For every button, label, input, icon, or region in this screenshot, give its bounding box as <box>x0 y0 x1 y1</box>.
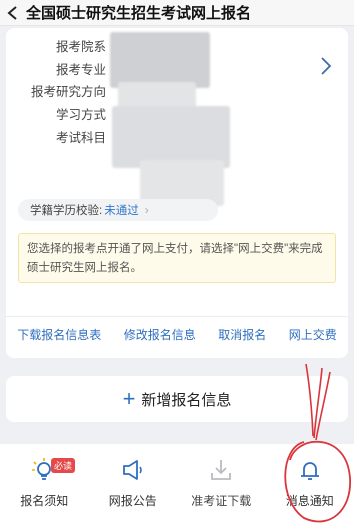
tab-registration-guide[interactable]: 必读 报名须知 <box>0 444 89 527</box>
label-major: 报考专业 <box>55 63 106 77</box>
blurred-value <box>110 32 210 88</box>
status-label: 学籍学历校验: <box>30 205 103 217</box>
label-research-direction: 报考研究方向 <box>30 85 106 99</box>
divider <box>6 316 348 317</box>
tab-announcements[interactable]: 网报公告 <box>89 444 178 527</box>
back-icon[interactable] <box>0 0 26 26</box>
bell-icon <box>300 462 319 480</box>
page-title: 全国硕士研究生招生考试网上报名 <box>26 5 252 22</box>
tab-notifications[interactable]: 消息通知 <box>266 444 354 527</box>
cancel-registration-link[interactable]: 取消报名 <box>218 326 266 343</box>
chevron-right-icon[interactable] <box>320 56 332 76</box>
tab-label: 网报公告 <box>108 494 157 508</box>
tab-label: 准考证下载 <box>191 494 252 508</box>
label-study-mode: 学习方式 <box>55 108 106 122</box>
page: 全国硕士研究生招生考试网上报名 报考院系 报考专业 报考研究方向 学习方式 考试… <box>0 0 354 527</box>
tab-label: 报名须知 <box>20 494 69 508</box>
must-read-badge: 必读 <box>51 458 76 473</box>
download-icon <box>211 460 232 480</box>
tab-label: 消息通知 <box>285 494 334 508</box>
header: 全国硕士研究生招生考试网上报名 <box>0 0 354 26</box>
add-registration-button[interactable]: + 新增报名信息 <box>6 376 348 422</box>
verification-status[interactable]: 学籍学历校验: 未通过 › <box>18 199 218 221</box>
blurred-value <box>112 106 230 168</box>
add-registration-label: 新增报名信息 <box>141 391 232 409</box>
registration-card: 报考院系 报考专业 报考研究方向 学习方式 考试科目 学籍学历校验: 未通过 ›… <box>6 28 348 358</box>
megaphone-icon <box>122 460 142 480</box>
label-department: 报考院系 <box>55 40 106 54</box>
payment-notice: 您选择的报考点开通了网上支付，请选择"网上交费"来完成硕士研究生网上报名。 <box>18 233 336 283</box>
action-links: 下载报名信息表 修改报名信息 取消报名 网上交费 <box>6 323 348 345</box>
download-form-link[interactable]: 下载报名信息表 <box>17 326 101 343</box>
plus-icon: + <box>122 386 136 411</box>
tab-bar: 必读 报名须知 网报公告 准考证下载 消息通知 <box>0 444 354 527</box>
tab-admission-ticket[interactable]: 准考证下载 <box>177 444 266 527</box>
edit-registration-link[interactable]: 修改报名信息 <box>124 326 196 343</box>
label-exam-subjects: 考试科目 <box>55 131 106 145</box>
status-value: 未通过 <box>104 205 139 217</box>
online-payment-link[interactable]: 网上交费 <box>289 326 337 343</box>
chevron-right-icon: › <box>144 203 149 217</box>
